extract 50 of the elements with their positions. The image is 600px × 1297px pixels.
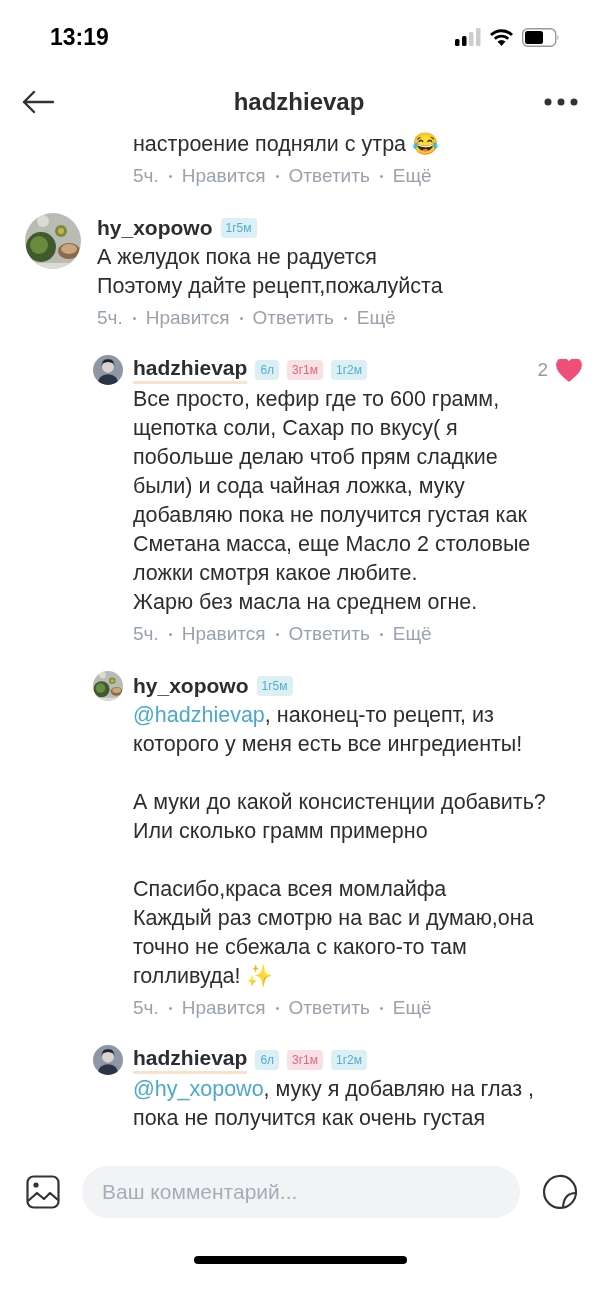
comment-action[interactable]: Ещё [392, 997, 432, 1019]
comment-action[interactable]: Ответить [252, 307, 334, 329]
author-name[interactable]: hy_xopowo [133, 673, 249, 699]
author-name[interactable]: hadzhievap [133, 1046, 248, 1074]
avatar-icon [93, 355, 123, 385]
wifi-icon [489, 28, 514, 46]
comment-action[interactable]: Ответить [288, 165, 370, 187]
comment-time: 5ч. [133, 997, 159, 1019]
comment-action[interactable]: Ответить [288, 997, 370, 1019]
comment-time: 5ч. [133, 165, 159, 187]
back-arrow-icon[interactable] [22, 90, 54, 114]
badge: 3г1м [287, 360, 324, 380]
author-name[interactable]: hadzhievap [133, 356, 248, 384]
comment-action[interactable]: Нравится [181, 165, 266, 187]
mention-link[interactable]: @hadzhievap [133, 703, 265, 727]
comment-action[interactable]: Ещё [392, 623, 432, 645]
badge: 6л [255, 1050, 280, 1070]
comment-time: 5ч. [97, 307, 123, 329]
home-indicator[interactable] [193, 1255, 407, 1264]
avatar-icon [93, 1045, 123, 1075]
comment-text: @hadzhievap, наконец-то рецепт, из которого у меня есть все ингредиенты! А муки до какой консистенции добавить? Или сколько грамм примерно Спасибо,краса всея момлайфа Каждый раз смотрю на вас и думаю,она точно не сбежала с какого-то там голливуда! ✨ [133, 702, 547, 990]
header-title: hadzhievap [233, 88, 365, 116]
mention-link[interactable]: @hy_xopowo [133, 1077, 264, 1101]
author-name[interactable]: hy_xopowo [97, 215, 213, 241]
comment-action[interactable]: Нравится [145, 307, 230, 329]
badge: 3г1м [287, 1050, 324, 1070]
comment-input[interactable]: Ваш комментарий... [100, 1179, 502, 1205]
more-icon[interactable] [544, 98, 578, 106]
comment-text: Все просто, кефир где то 600 грамм, щепотка соли, Сахар по вкусу( я побольше делаю чтоб прям сладкие были) и сода чайная ложка, муку добавляю пока не получится густая как Сметана масса, еще Масло 2 столовые ложки смотря какое любите. Жарю без масла на среднем огне. [133, 386, 532, 616]
badge: 6л [255, 360, 280, 380]
image-icon[interactable] [26, 1175, 60, 1209]
status-time: 13:19 [50, 23, 109, 51]
badge: 1г5м [256, 676, 293, 696]
sticker-icon[interactable] [542, 1174, 578, 1210]
comment-action[interactable]: Ещё [356, 307, 396, 329]
comment-time: 5ч. [133, 623, 159, 645]
badge: 1г5м [220, 218, 257, 238]
comment-text: настроение подняли с утра 😂 [133, 131, 441, 158]
heart-icon[interactable] [556, 358, 582, 382]
comment-action[interactable]: Нравится [181, 623, 266, 645]
like-count: 2 [537, 359, 548, 381]
comment-action[interactable]: Ещё [392, 165, 432, 187]
comment-text: А желудок пока не радуется Поэтому дайте рецепт,пожалуйста [97, 244, 444, 300]
comment-field[interactable]: Ваш комментарий... [82, 1166, 520, 1218]
comment-action[interactable]: Ответить [288, 623, 370, 645]
comment-text: @hy_xopowo, муку я добавляю на глаз , пока не получится как очень густая [133, 1076, 536, 1132]
badge: 1г2м [331, 1050, 368, 1070]
comment-action[interactable]: Нравится [181, 997, 266, 1019]
badge: 1г2м [331, 360, 368, 380]
signal-icon [455, 28, 481, 46]
